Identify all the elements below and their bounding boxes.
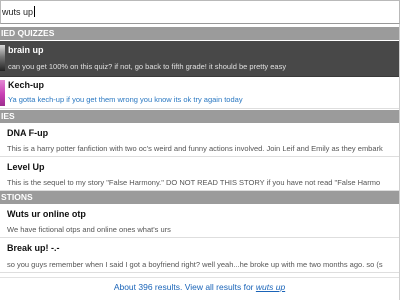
section-header-stories: IES: [0, 110, 399, 123]
search-term-link[interactable]: wuts up: [256, 282, 285, 292]
result-description: can you get 100% on this quiz? if not, g…: [8, 62, 287, 71]
result-story-level-up[interactable]: Level Up This is the sequel to my story …: [0, 157, 399, 191]
search-query-text: wuts up: [2, 6, 36, 17]
results-count-text: About 396 results. View all results for: [113, 282, 254, 292]
result-description: We have fictional otps and online ones w…: [7, 225, 171, 234]
search-query-value: wuts up: [2, 7, 34, 17]
result-quiz-brain-up[interactable]: brain up can you get 100% on this quiz? …: [0, 41, 399, 77]
quiz-thumbnail: [0, 45, 5, 71]
text-caret: [34, 6, 36, 17]
result-description: Ya gotta kech-up if you get them wrong y…: [8, 95, 243, 104]
result-title: Wuts ur online otp: [7, 209, 86, 219]
result-story-dna-f-up[interactable]: DNA F-up This is a harry potter fanficti…: [0, 123, 399, 157]
result-quiz-kech-up[interactable]: Kech-up Ya gotta kech-up if you get them…: [0, 77, 399, 109]
result-title: brain up: [8, 45, 44, 55]
view-all-results-link[interactable]: About 396 results. View all results for …: [0, 277, 399, 298]
search-input[interactable]: wuts up: [0, 0, 400, 24]
result-title: Kech-up: [8, 80, 44, 90]
result-title: DNA F-up: [7, 128, 49, 138]
section-header-questions: STIONS: [0, 191, 399, 204]
quiz-thumbnail: [0, 80, 5, 106]
result-title: Break up! -.-: [7, 243, 60, 253]
result-title: Level Up: [7, 162, 45, 172]
result-description: This is the sequel to my story "False Ha…: [7, 178, 381, 187]
section-header-quizzes: IED QUIZZES: [0, 27, 399, 40]
result-question-break-up[interactable]: Break up! -.- so you guys remember when …: [0, 238, 399, 273]
search-suggestions-dropdown: IED QUIZZES brain up can you get 100% on…: [0, 24, 400, 300]
result-description: so you guys remember when I said I got a…: [7, 260, 383, 269]
result-question-wuts-ur-online-otp[interactable]: Wuts ur online otp We have fictional otp…: [0, 204, 399, 238]
result-description: This is a harry potter fanfiction with t…: [7, 144, 383, 153]
